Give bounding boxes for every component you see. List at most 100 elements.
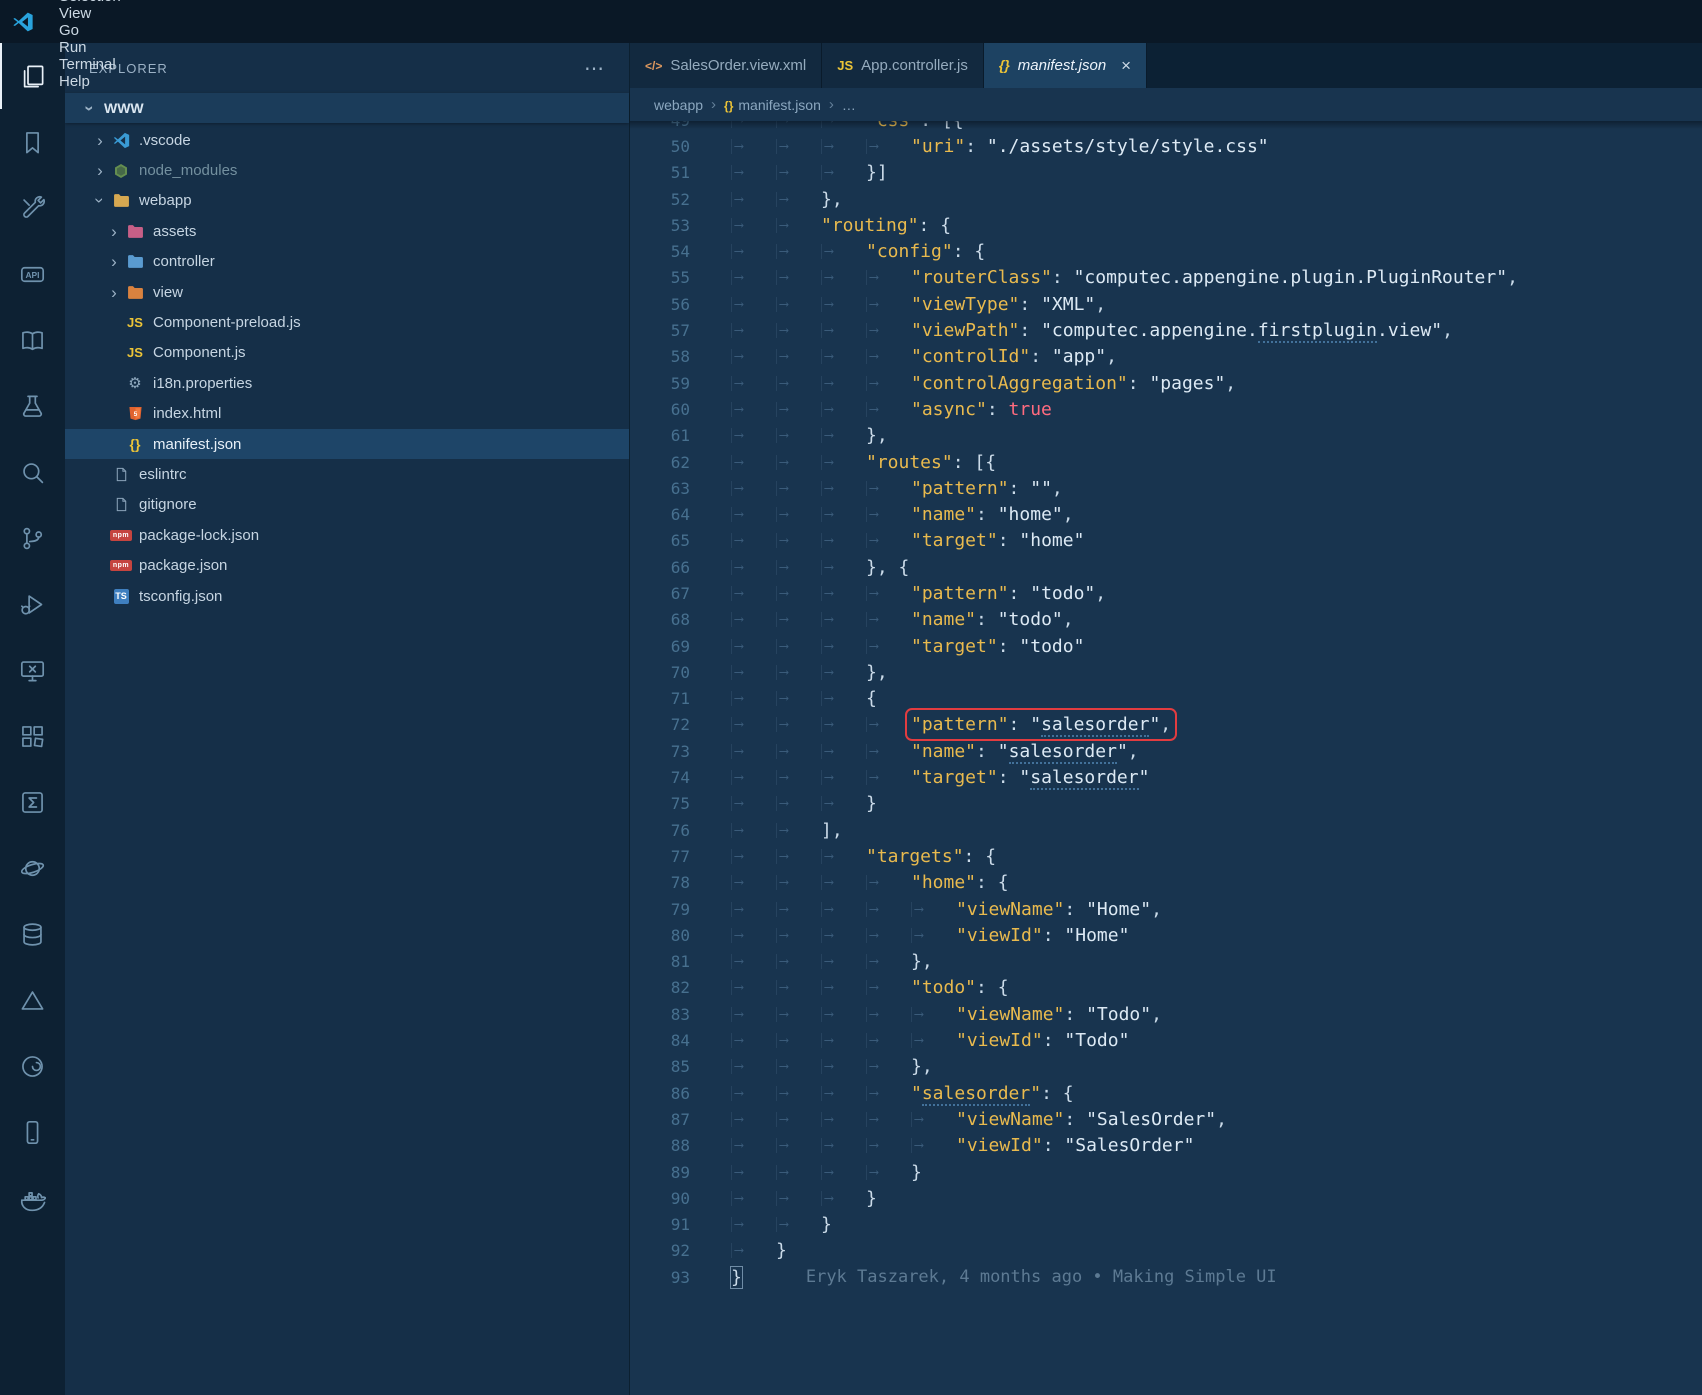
monitor-icon[interactable] bbox=[0, 637, 65, 703]
breadcrumb-item[interactable]: {}manifest.json bbox=[724, 97, 821, 113]
indent-guide: ⟶ bbox=[731, 428, 776, 443]
indent-guide: ⟶ bbox=[776, 1033, 821, 1048]
search-icon[interactable] bbox=[0, 439, 65, 505]
api-icon[interactable]: API bbox=[0, 241, 65, 307]
tree-item-package-lock-json[interactable]: npmpackage-lock.json bbox=[65, 520, 629, 550]
debug-icon[interactable] bbox=[0, 571, 65, 637]
chevron-right-icon[interactable]: › bbox=[105, 223, 123, 240]
tab-bar: </>SalesOrder.view.xmlJSApp.controller.j… bbox=[630, 43, 1702, 88]
flask-icon[interactable] bbox=[0, 373, 65, 439]
chevron-right-icon[interactable]: › bbox=[91, 162, 109, 179]
tree-item-eslintrc[interactable]: eslintrc bbox=[65, 459, 629, 489]
tree-item-label: node_modules bbox=[139, 162, 237, 179]
tree-item--vscode[interactable]: ›.vscode bbox=[65, 125, 629, 155]
indent-guide: ⟶ bbox=[866, 1086, 911, 1101]
indent-guide: ⟶ bbox=[866, 139, 911, 154]
indent-guide: ⟶ bbox=[776, 796, 821, 811]
tree-item-manifest-json[interactable]: {}manifest.json bbox=[65, 429, 629, 459]
tree-item-package-json[interactable]: npmpackage.json bbox=[65, 550, 629, 580]
line-number: 92 bbox=[630, 1241, 690, 1260]
code-line-49: 49⟶⟶⟶"css": [{ bbox=[630, 121, 1702, 133]
indent-guide: ⟶ bbox=[866, 980, 911, 995]
indent-guide: ⟶ bbox=[776, 481, 821, 496]
tree-item-label: assets bbox=[153, 223, 196, 240]
tree-item-node-modules[interactable]: › node_modules bbox=[65, 155, 629, 185]
line-number: 70 bbox=[630, 663, 690, 682]
menu-view[interactable]: View bbox=[46, 5, 134, 22]
indent-guide: ⟶ bbox=[731, 349, 776, 364]
indent-guide: ⟶ bbox=[776, 823, 821, 838]
indent-guide: ⟶ bbox=[731, 1086, 776, 1101]
tools-icon[interactable] bbox=[0, 175, 65, 241]
svg-text:API: API bbox=[25, 270, 39, 280]
menu-selection[interactable]: Selection bbox=[46, 0, 134, 5]
tree-item-controller[interactable]: ›controller bbox=[65, 247, 629, 277]
breadcrumb-item[interactable]: … bbox=[842, 97, 856, 113]
menu-bar: FileEditSelectionViewGoRunTerminalHelp bbox=[0, 0, 1702, 43]
tree-item-component-js[interactable]: JSComponent.js bbox=[65, 338, 629, 368]
indent-guide: ⟶ bbox=[866, 507, 911, 522]
tree-item-i18n-properties[interactable]: ⚙i18n.properties bbox=[65, 368, 629, 398]
extensions-icon[interactable] bbox=[0, 703, 65, 769]
code-line-70: 70⟶⟶⟶}, bbox=[630, 659, 1702, 685]
explorer-header: EXPLORER ⋯ bbox=[65, 43, 629, 93]
indent-guide: ⟶ bbox=[911, 1112, 956, 1127]
tree-item-gitignore[interactable]: gitignore bbox=[65, 490, 629, 520]
indent-guide: ⟶ bbox=[821, 297, 866, 312]
sigma-icon[interactable] bbox=[0, 769, 65, 835]
git-branch-icon[interactable] bbox=[0, 505, 65, 571]
code-editor[interactable]: 49⟶⟶⟶"css": [{50⟶⟶⟶⟶"uri": "./assets/sty… bbox=[630, 121, 1702, 1395]
indent-guide: ⟶ bbox=[731, 639, 776, 654]
book-icon[interactable] bbox=[0, 307, 65, 373]
indent-guide: ⟶ bbox=[776, 1007, 821, 1022]
tree-item-assets[interactable]: › assets bbox=[65, 216, 629, 246]
menu-run[interactable]: Run bbox=[46, 39, 134, 56]
indent-guide: ⟶ bbox=[731, 1191, 776, 1206]
file-icon bbox=[111, 495, 131, 515]
indent-guide: ⟶ bbox=[821, 612, 866, 627]
indent-guide: ⟶ bbox=[776, 691, 821, 706]
tree-item-webapp[interactable]: ›webapp bbox=[65, 186, 629, 216]
tab-salesorder-view-xml[interactable]: </>SalesOrder.view.xml bbox=[630, 43, 822, 88]
swirl-icon[interactable] bbox=[0, 1033, 65, 1099]
phone-icon[interactable] bbox=[0, 1099, 65, 1165]
close-icon[interactable]: × bbox=[1121, 56, 1131, 76]
indent-guide: ⟶ bbox=[866, 902, 911, 917]
menu-help[interactable]: Help bbox=[46, 73, 134, 90]
more-actions-icon[interactable]: ⋯ bbox=[584, 56, 605, 81]
tab-app-controller-js[interactable]: JSApp.controller.js bbox=[822, 43, 984, 88]
tree-item-component-preload-js[interactable]: JSComponent-preload.js bbox=[65, 307, 629, 337]
indent-guide: ⟶ bbox=[731, 744, 776, 759]
indent-guide: ⟶ bbox=[821, 1165, 866, 1180]
line-number: 78 bbox=[630, 873, 690, 892]
indent-guide: ⟶ bbox=[866, 376, 911, 391]
xml-icon: </> bbox=[645, 57, 662, 74]
bookmark-icon[interactable] bbox=[0, 109, 65, 175]
chevron-right-icon[interactable]: › bbox=[91, 132, 109, 149]
line-number: 79 bbox=[630, 900, 690, 919]
tree-item-index-html[interactable]: 5index.html bbox=[65, 399, 629, 429]
indent-guide: ⟶ bbox=[731, 1217, 776, 1232]
chevron-right-icon[interactable]: › bbox=[105, 253, 123, 270]
indent-guide: ⟶ bbox=[776, 639, 821, 654]
database-icon[interactable] bbox=[0, 901, 65, 967]
triangle-icon[interactable] bbox=[0, 967, 65, 1033]
line-number: 64 bbox=[630, 505, 690, 524]
tree-item-view[interactable]: ›view bbox=[65, 277, 629, 307]
indent-guide: ⟶ bbox=[731, 691, 776, 706]
line-number: 84 bbox=[630, 1031, 690, 1050]
indent-guide: ⟶ bbox=[776, 1217, 821, 1232]
breadcrumb-item[interactable]: webapp bbox=[654, 97, 703, 113]
chevron-right-icon[interactable]: › bbox=[105, 284, 123, 301]
menu-go[interactable]: Go bbox=[46, 22, 134, 39]
tree-item-label: package.json bbox=[139, 557, 227, 574]
chevron-down-icon[interactable]: › bbox=[92, 192, 109, 210]
planet-icon[interactable] bbox=[0, 835, 65, 901]
indent-guide: ⟶ bbox=[866, 481, 911, 496]
tab-manifest-json[interactable]: {}manifest.json× bbox=[984, 43, 1147, 88]
menu-terminal[interactable]: Terminal bbox=[46, 56, 134, 73]
docker-icon[interactable] bbox=[0, 1165, 65, 1231]
workspace-header[interactable]: › WWW bbox=[65, 93, 629, 123]
tree-item-tsconfig-json[interactable]: TStsconfig.json bbox=[65, 581, 629, 611]
indent-guide: ⟶ bbox=[866, 1059, 911, 1074]
